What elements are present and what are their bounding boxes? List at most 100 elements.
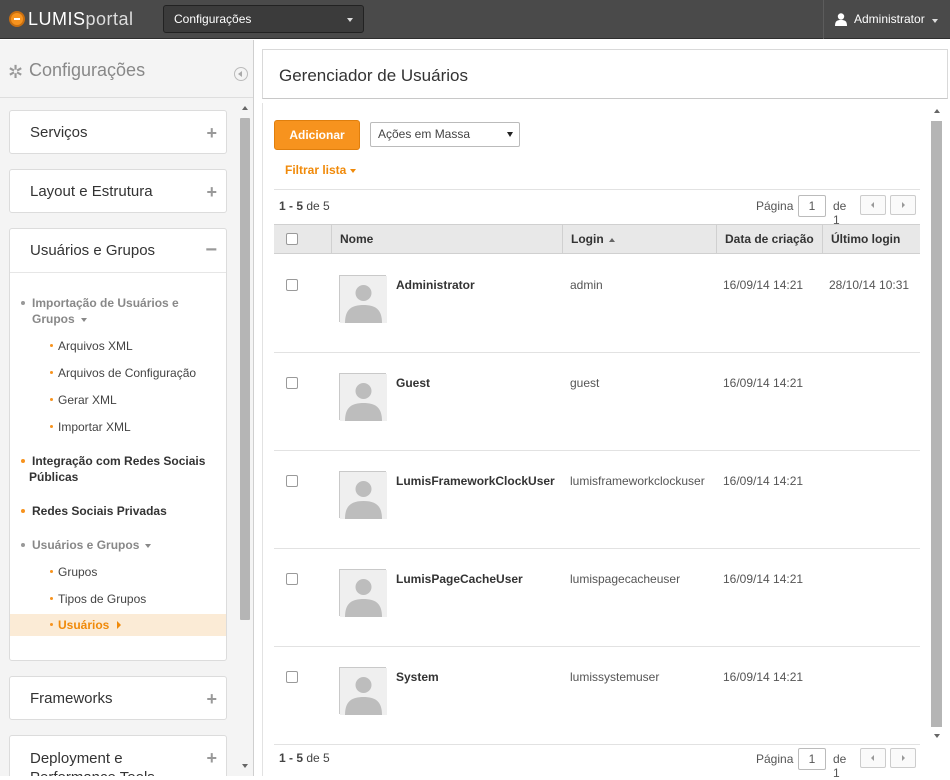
avatar [339,373,387,421]
main-header: Gerenciador de Usuários [262,49,948,99]
panel-frameworks[interactable]: Frameworks + [9,676,227,720]
collapse-icon[interactable]: − [205,240,217,260]
tree-item-arquivos-configuracao[interactable]: Arquivos de Configuração [50,366,196,380]
chevron-down-icon [80,317,87,322]
content-scroll-thumb[interactable] [931,121,942,727]
next-page-button[interactable] [890,748,916,768]
prev-page-button[interactable] [860,748,886,768]
scroll-down-icon[interactable] [934,734,940,738]
content-scrollbar[interactable] [930,103,944,776]
user-menu[interactable]: Administrator [823,0,950,39]
top-bar: LUMISportal Configurações Administrator [0,0,950,39]
table-row[interactable]: LumisFrameworkClockUser lumisframeworkcl… [274,451,920,549]
sidebar-scrollbar[interactable] [238,102,252,772]
tree-item-tipos-grupos[interactable]: Tipos de Grupos [50,592,146,606]
user-name[interactable]: System [396,670,439,684]
tree-item-redes-privadas[interactable]: Redes Sociais Privadas [21,503,167,519]
user-created: 16/09/14 14:21 [723,278,804,292]
page-input[interactable]: 1 [798,748,826,770]
scroll-up-icon[interactable] [242,106,248,110]
panel-layout[interactable]: Layout e Estrutura + [9,169,227,213]
user-created: 16/09/14 14:21 [723,474,804,488]
page-title: Gerenciador de Usuários [279,66,468,85]
user-silhouette-icon [340,668,387,715]
user-silhouette-icon [340,276,387,323]
panel-deployment-title: Deployment e Performance Tools [30,750,155,776]
user-login: lumisframeworkclockuser [570,474,705,488]
select-all-checkbox[interactable] [286,233,298,245]
tree-item-gerar-xml[interactable]: Gerar XML [50,393,117,407]
mass-actions-select[interactable]: Ações em Massa [370,122,520,147]
sidebar-header: ✲ Configurações [0,40,253,98]
user-name[interactable]: Guest [396,376,430,390]
chevron-down-icon [145,543,152,548]
user-icon [835,13,847,26]
collapse-sidebar-icon[interactable] [234,67,248,81]
user-name[interactable]: LumisPageCacheUser [396,572,523,586]
gear-icon: ✲ [8,62,24,82]
table-row[interactable]: Administrator admin 16/09/14 14:21 28/10… [274,255,920,353]
expand-icon[interactable]: + [206,690,217,708]
panel-servicos[interactable]: Serviços + [9,110,227,154]
add-button[interactable]: Adicionar [274,120,360,150]
tree-item-grupos[interactable]: Grupos [50,565,97,579]
avatar [339,667,387,715]
sidebar-title: Configurações [29,60,146,80]
sidebar-scroll-thumb[interactable] [240,118,250,620]
filter-list-link[interactable]: Filtrar lista [285,163,357,177]
panel-usuarios-grupos: Usuários e Grupos − Importação de Usuári… [9,228,227,661]
row-checkbox[interactable] [286,377,298,389]
user-login: admin [570,278,603,292]
mass-actions-value: Ações em Massa [378,127,471,141]
scroll-up-icon[interactable] [934,109,940,113]
tree-item-usuarios[interactable]: Usuários [10,614,226,636]
divider [274,189,920,190]
expand-icon[interactable]: + [206,183,217,201]
row-checkbox[interactable] [286,671,298,683]
page-input[interactable]: 1 [798,195,826,217]
table-row[interactable]: System lumissystemuser 16/09/14 14:21 [274,647,920,745]
user-created: 16/09/14 14:21 [723,376,804,390]
user-silhouette-icon [340,570,387,617]
chevron-right-icon [902,755,905,761]
row-checkbox[interactable] [286,573,298,585]
expand-icon[interactable]: + [206,749,217,767]
panel-usuarios-grupos-title: Usuários e Grupos [30,242,156,259]
user-last-login: 28/10/14 10:31 [829,278,910,292]
tree-item-importacao[interactable]: Importação de Usuários e Grupos [21,295,179,327]
section-select[interactable]: Configurações [163,5,364,33]
lumis-logo[interactable]: LUMISportal [9,9,134,29]
expand-icon[interactable]: + [206,124,217,142]
column-last-login[interactable]: Último login [822,225,920,253]
user-login: lumissystemuser [570,670,660,684]
row-checkbox[interactable] [286,279,298,291]
table-header: Nome Login Data de criação Último login [274,224,920,254]
chevron-down-icon [507,132,513,137]
user-name[interactable]: Administrator [396,278,475,292]
next-page-button[interactable] [890,195,916,215]
tree-item-arquivos-xml[interactable]: Arquivos XML [50,339,133,353]
table-row[interactable]: LumisPageCacheUser lumispagecacheuser 16… [274,549,920,647]
prev-page-button[interactable] [860,195,886,215]
chevron-down-icon [347,18,353,22]
panel-deployment[interactable]: Deployment e Performance Tools + [9,735,227,776]
result-count-bottom: 1 - 5 de 5 [279,751,330,765]
column-name[interactable]: Nome [331,225,563,253]
user-created: 16/09/14 14:21 [723,670,804,684]
row-checkbox[interactable] [286,475,298,487]
user-menu-label: Administrator [854,12,925,26]
user-name[interactable]: LumisFrameworkClockUser [396,474,555,488]
tree-item-importar-xml[interactable]: Importar XML [50,420,131,434]
column-login[interactable]: Login [562,225,717,253]
user-silhouette-icon [340,374,387,421]
user-created: 16/09/14 14:21 [723,572,804,586]
tree-item-integracao[interactable]: Integração com Redes Sociais Públicas [21,453,205,485]
column-created[interactable]: Data de criação [716,225,823,253]
panel-layout-title: Layout e Estrutura [30,183,153,200]
tree-item-usuarios-grupos[interactable]: Usuários e Grupos [21,537,152,553]
scroll-down-icon[interactable] [242,764,248,768]
table-row[interactable]: Guest guest 16/09/14 14:21 [274,353,920,451]
chevron-right-icon [117,621,121,629]
panel-servicos-title: Serviços [30,124,88,141]
result-count: 1 - 5 de 5 [279,199,330,213]
